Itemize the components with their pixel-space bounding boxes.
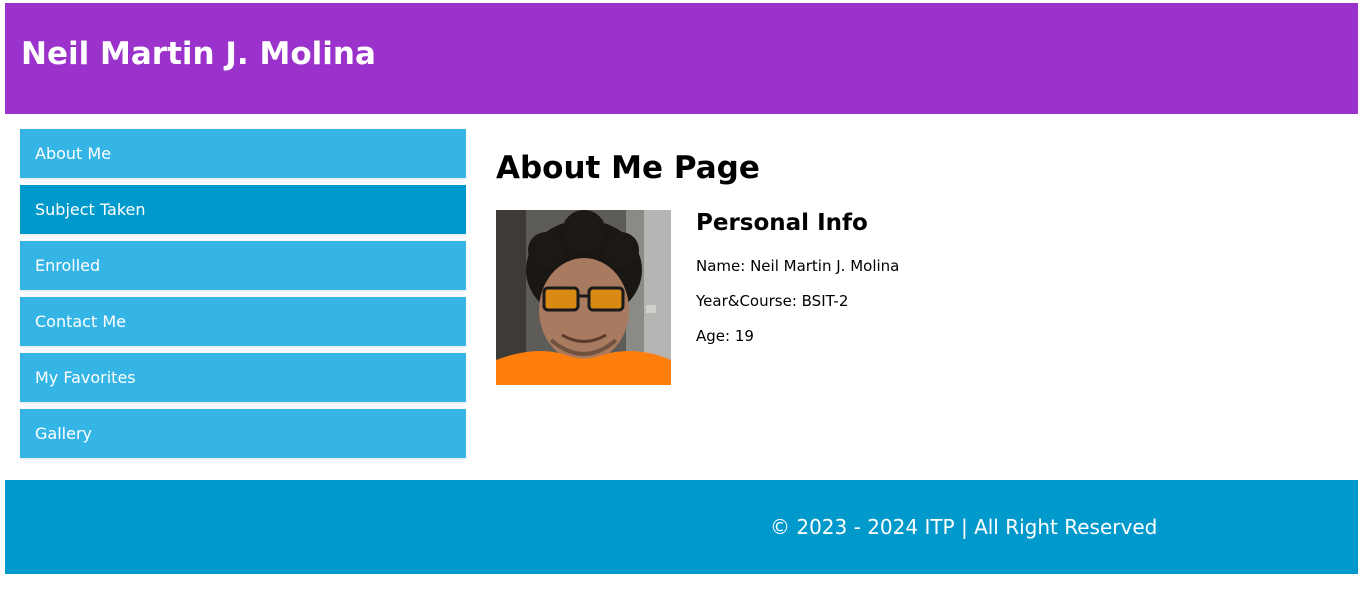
- sidebar-item-about-me[interactable]: About Me: [20, 129, 466, 178]
- sidebar-item-label: Enrolled: [35, 256, 101, 275]
- sidebar-item-label: My Favorites: [35, 368, 136, 387]
- age-text: Age: 19: [696, 327, 754, 345]
- sidebar-item-gallery[interactable]: Gallery: [20, 409, 466, 458]
- sidebar-item-label: Gallery: [35, 424, 92, 443]
- sidebar-item-contact-me[interactable]: Contact Me: [20, 297, 466, 346]
- sidebar-nav: About Me Subject Taken Enrolled Contact …: [20, 129, 466, 465]
- page-header: Neil Martin J. Molina: [5, 3, 1358, 114]
- sidebar-item-subject-taken[interactable]: Subject Taken: [20, 185, 466, 234]
- name-text: Name: Neil Martin J. Molina: [696, 257, 900, 275]
- sidebar-item-label: Contact Me: [35, 312, 126, 331]
- page-footer: © 2023 - 2024 ITP | All Right Reserved: [5, 480, 1358, 574]
- footer-copyright: © 2023 - 2024 ITP | All Right Reserved: [770, 515, 1158, 539]
- sidebar-item-enrolled[interactable]: Enrolled: [20, 241, 466, 290]
- profile-photo: [496, 210, 671, 385]
- sidebar-item-my-favorites[interactable]: My Favorites: [20, 353, 466, 402]
- personal-info: Personal Info Name: Neil Martin J. Molin…: [696, 210, 1196, 345]
- personal-info-heading: Personal Info: [696, 210, 868, 236]
- person-photo-icon: [496, 210, 671, 385]
- site-title: Neil Martin J. Molina: [21, 36, 376, 72]
- sidebar-item-label: About Me: [35, 144, 112, 163]
- page-title: About Me Page: [496, 150, 760, 186]
- year-course-text: Year&Course: BSIT-2: [696, 292, 849, 310]
- main-content: About Me Page Personal Info Name: Neil M…: [496, 150, 1336, 385]
- sidebar-item-label: Subject Taken: [35, 200, 146, 219]
